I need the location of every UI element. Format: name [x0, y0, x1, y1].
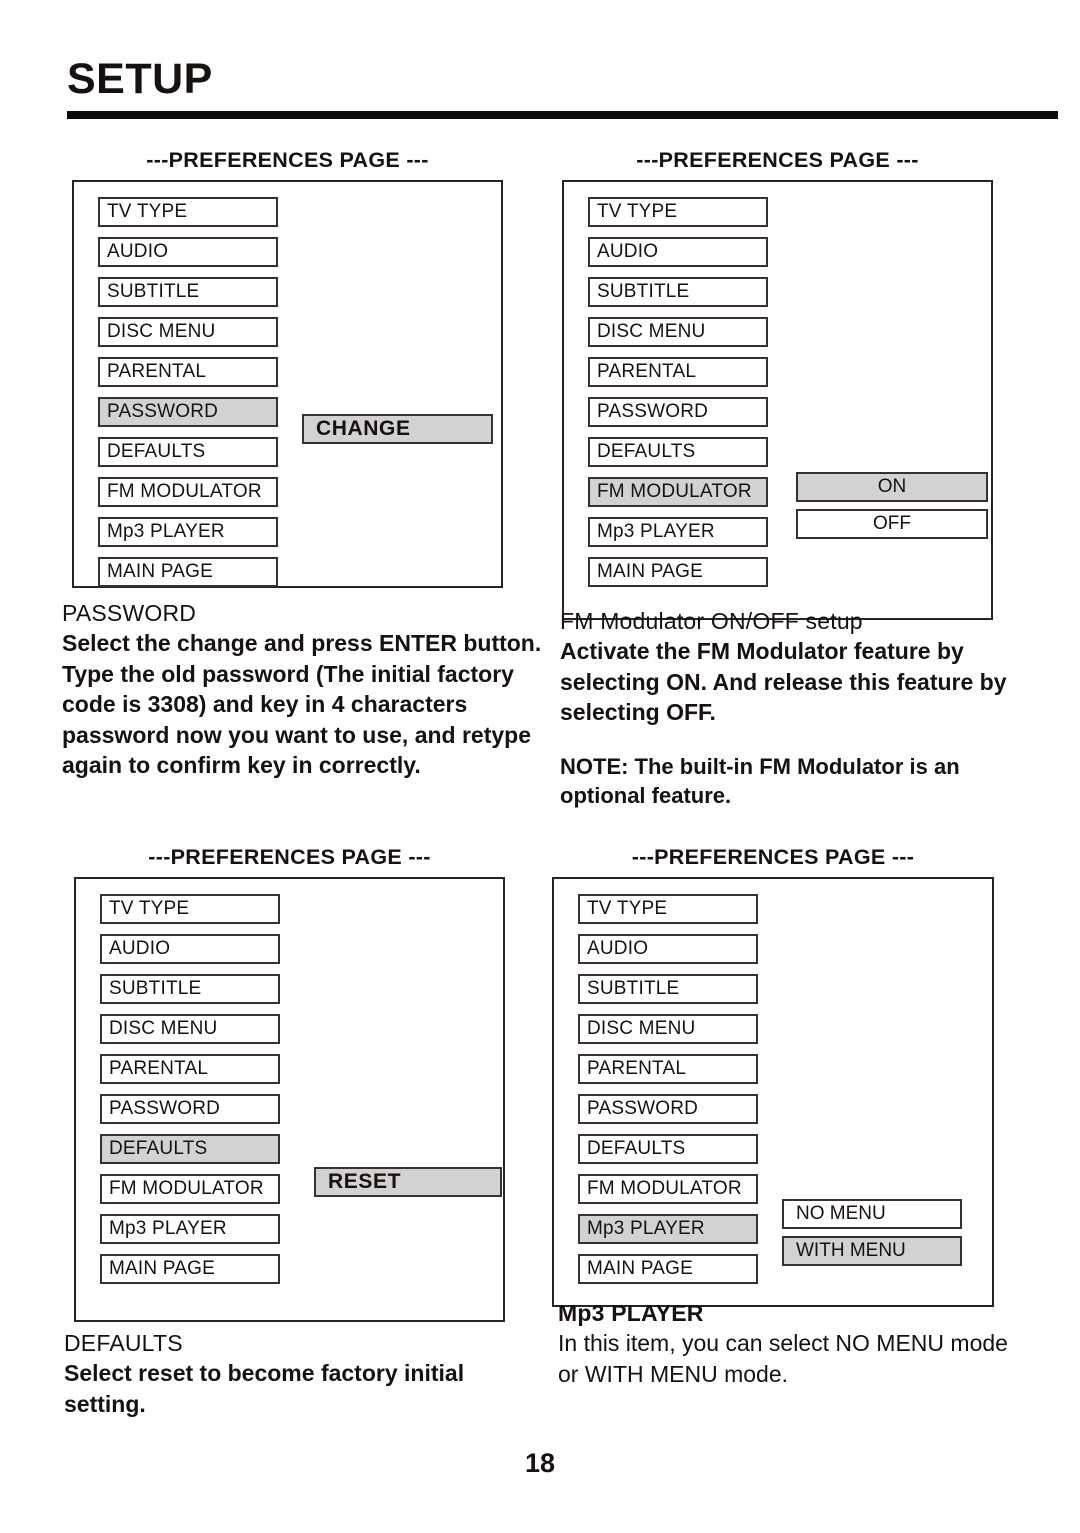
menu-item-audio[interactable]: AUDIO	[588, 237, 768, 267]
option-with-menu[interactable]: WITH MENU	[782, 1236, 962, 1266]
description-title: Mp3 PLAYER	[558, 1300, 704, 1326]
page-title: SETUP	[67, 55, 213, 103]
osd-block-defaults: ---PREFERENCES PAGE --- TV TYPE AUDIO SU…	[74, 845, 505, 1322]
description-password: PASSWORD Select the change and press ENT…	[62, 600, 548, 781]
menu-item-password[interactable]: PASSWORD	[578, 1094, 758, 1124]
menu-item-disc-menu[interactable]: DISC MENU	[98, 317, 278, 347]
menu-item-mp3-player[interactable]: Mp3 PLAYER	[100, 1214, 280, 1244]
menu-item-fm-modulator[interactable]: FM MODULATOR	[578, 1174, 758, 1204]
title-divider	[67, 111, 1058, 119]
description-body: In this item, you can select NO MENU mod…	[558, 1330, 1008, 1387]
option-off[interactable]: OFF	[796, 509, 988, 539]
osd-block-password: ---PREFERENCES PAGE --- TV TYPE AUDIO SU…	[72, 148, 503, 588]
menu-item-tv-type[interactable]: TV TYPE	[100, 894, 280, 924]
osd-caption: ---PREFERENCES PAGE ---	[148, 845, 431, 869]
description-mp3-player: Mp3 PLAYER In this item, you can select …	[558, 1300, 1028, 1389]
menu-item-disc-menu[interactable]: DISC MENU	[100, 1014, 280, 1044]
menu-item-subtitle[interactable]: SUBTITLE	[578, 974, 758, 1004]
osd-panel: TV TYPE AUDIO SUBTITLE DISC MENU PARENTA…	[562, 180, 993, 620]
description-fm-modulator: FM Modulator ON/OFF setup Activate the F…	[560, 608, 1030, 810]
option-no-menu[interactable]: NO MENU	[782, 1199, 962, 1229]
description-body: Activate the FM Modulator feature by sel…	[560, 638, 1007, 726]
osd-option-list: CHANGE	[302, 414, 493, 451]
page-header: SETUP	[67, 58, 1058, 119]
menu-item-parental[interactable]: PARENTAL	[588, 357, 768, 387]
menu-item-defaults[interactable]: DEFAULTS	[578, 1134, 758, 1164]
menu-item-tv-type[interactable]: TV TYPE	[578, 894, 758, 924]
menu-item-disc-menu[interactable]: DISC MENU	[578, 1014, 758, 1044]
osd-panel: TV TYPE AUDIO SUBTITLE DISC MENU PARENTA…	[552, 877, 994, 1307]
menu-item-mp3-player[interactable]: Mp3 PLAYER	[588, 517, 768, 547]
osd-caption: ---PREFERENCES PAGE ---	[146, 148, 429, 172]
menu-item-fm-modulator[interactable]: FM MODULATOR	[100, 1174, 280, 1204]
menu-item-subtitle[interactable]: SUBTITLE	[588, 277, 768, 307]
menu-item-parental[interactable]: PARENTAL	[100, 1054, 280, 1084]
menu-item-defaults[interactable]: DEFAULTS	[98, 437, 278, 467]
osd-block-fm-modulator: ---PREFERENCES PAGE --- TV TYPE AUDIO SU…	[562, 148, 993, 620]
osd-panel: TV TYPE AUDIO SUBTITLE DISC MENU PARENTA…	[72, 180, 503, 588]
osd-menu-list: TV TYPE AUDIO SUBTITLE DISC MENU PARENTA…	[588, 197, 768, 597]
osd-option-list: ON OFF	[796, 472, 988, 546]
menu-item-subtitle[interactable]: SUBTITLE	[98, 277, 278, 307]
menu-item-defaults[interactable]: DEFAULTS	[588, 437, 768, 467]
description-note: NOTE: The built-in FM Modulator is an op…	[560, 753, 960, 808]
menu-item-fm-modulator[interactable]: FM MODULATOR	[98, 477, 278, 507]
menu-item-tv-type[interactable]: TV TYPE	[588, 197, 768, 227]
description-title: FM Modulator ON/OFF setup	[560, 608, 863, 634]
menu-item-audio[interactable]: AUDIO	[578, 934, 758, 964]
page-number: 18	[524, 1448, 556, 1478]
option-reset[interactable]: RESET	[314, 1167, 502, 1197]
osd-option-list: NO MENU WITH MENU	[782, 1199, 962, 1273]
menu-item-parental[interactable]: PARENTAL	[98, 357, 278, 387]
menu-item-defaults[interactable]: DEFAULTS	[100, 1134, 280, 1164]
menu-item-parental[interactable]: PARENTAL	[578, 1054, 758, 1084]
osd-menu-list: TV TYPE AUDIO SUBTITLE DISC MENU PARENTA…	[98, 197, 278, 597]
description-title: DEFAULTS	[64, 1330, 183, 1356]
osd-menu-list: TV TYPE AUDIO SUBTITLE DISC MENU PARENTA…	[578, 894, 758, 1294]
menu-item-subtitle[interactable]: SUBTITLE	[100, 974, 280, 1004]
menu-item-audio[interactable]: AUDIO	[98, 237, 278, 267]
menu-item-password[interactable]: PASSWORD	[98, 397, 278, 427]
menu-item-mp3-player[interactable]: Mp3 PLAYER	[98, 517, 278, 547]
menu-item-password[interactable]: PASSWORD	[100, 1094, 280, 1124]
osd-block-mp3-player: ---PREFERENCES PAGE --- TV TYPE AUDIO SU…	[552, 845, 994, 1307]
menu-item-password[interactable]: PASSWORD	[588, 397, 768, 427]
description-title: PASSWORD	[62, 600, 197, 626]
osd-caption: ---PREFERENCES PAGE ---	[631, 845, 915, 869]
menu-item-fm-modulator[interactable]: FM MODULATOR	[588, 477, 768, 507]
description-body: Select the change and press ENTER button…	[62, 630, 542, 779]
osd-panel: TV TYPE AUDIO SUBTITLE DISC MENU PARENTA…	[74, 877, 505, 1322]
option-on[interactable]: ON	[796, 472, 988, 502]
menu-item-audio[interactable]: AUDIO	[100, 934, 280, 964]
menu-item-main-page[interactable]: MAIN PAGE	[578, 1254, 758, 1284]
menu-item-main-page[interactable]: MAIN PAGE	[588, 557, 768, 587]
description-defaults: DEFAULTS Select reset to become factory …	[64, 1330, 534, 1419]
menu-item-disc-menu[interactable]: DISC MENU	[588, 317, 768, 347]
menu-item-tv-type[interactable]: TV TYPE	[98, 197, 278, 227]
menu-item-mp3-player[interactable]: Mp3 PLAYER	[578, 1214, 758, 1244]
osd-menu-list: TV TYPE AUDIO SUBTITLE DISC MENU PARENTA…	[100, 894, 280, 1294]
description-body: Select reset to become factory initial s…	[64, 1360, 465, 1417]
osd-caption: ---PREFERENCES PAGE ---	[636, 148, 919, 172]
menu-item-main-page[interactable]: MAIN PAGE	[100, 1254, 280, 1284]
option-change[interactable]: CHANGE	[302, 414, 493, 444]
osd-option-list: RESET	[314, 1167, 502, 1204]
menu-item-main-page[interactable]: MAIN PAGE	[98, 557, 278, 587]
